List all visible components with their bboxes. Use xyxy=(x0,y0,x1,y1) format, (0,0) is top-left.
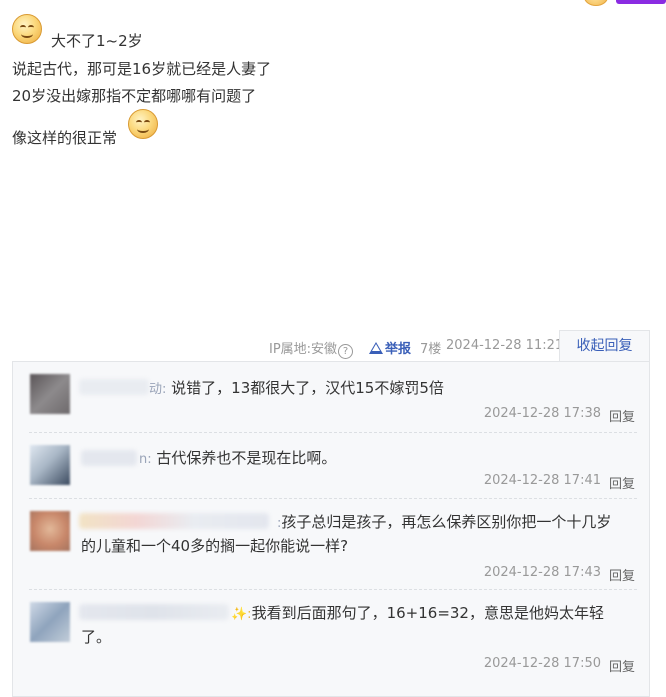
reply-item: 动: 说错了，13都很大了，汉代15不嫁罚5倍 2024-12-28 17:38… xyxy=(29,362,637,433)
avatar[interactable] xyxy=(30,374,70,414)
avatar[interactable] xyxy=(30,602,70,642)
reply-text: 动: 说错了，13都很大了，汉代15不嫁罚5倍 xyxy=(149,379,444,397)
username[interactable] xyxy=(79,604,229,620)
reply-list: 动: 说错了，13都很大了，汉代15不嫁罚5倍 2024-12-28 17:38… xyxy=(12,361,650,697)
post-line-3: 20岁没出嫁那指不定都哪哪有问题了 xyxy=(12,87,257,105)
username[interactable] xyxy=(81,450,137,466)
reply-button[interactable]: 回复 xyxy=(609,406,635,425)
reply-text-continued: 了。 xyxy=(81,628,112,646)
floor-number: 7楼 xyxy=(420,342,442,357)
post-time: 2024-12-28 11:21 xyxy=(446,338,564,353)
post-line-2: 说起古代，那可是16岁就已经是人妻了 xyxy=(12,60,272,78)
reply-button[interactable]: 回复 xyxy=(609,473,635,492)
reply-text-continued: 的儿童和一个40多的搁一起你能说一样? xyxy=(81,537,349,555)
top-edge-decoration xyxy=(572,0,666,6)
reply-item: ✨:我看到后面那句了，16+16=32，意思是他妈太年轻 了。 2024-12-… xyxy=(29,589,637,680)
reply-text: ✨:我看到后面那句了，16+16=32，意思是他妈太年轻 xyxy=(231,604,604,622)
grin-face-icon xyxy=(128,109,158,139)
smiley-icon xyxy=(584,0,608,6)
grin-face-icon xyxy=(12,14,42,44)
reply-time: 2024-12-28 17:41 xyxy=(483,473,601,488)
reply-time: 2024-12-28 17:38 xyxy=(483,406,601,421)
reply-button[interactable]: 回复 xyxy=(609,656,635,675)
reply-text: :孩子总归是孩子，再怎么保养区别你把一个十几岁 xyxy=(277,513,612,531)
badge-strip xyxy=(616,0,666,4)
post-line-1: 大不了1~2岁 xyxy=(51,32,143,50)
warning-icon xyxy=(369,342,383,354)
reply-button[interactable]: 回复 xyxy=(609,565,635,584)
reply-item: :孩子总归是孩子，再怎么保养区别你把一个十几岁 的儿童和一个40多的搁一起你能说… xyxy=(29,498,637,590)
username[interactable] xyxy=(79,513,269,529)
reply-item: n: 古代保养也不是现在比啊。 2024-12-28 17:41 回复 xyxy=(29,432,637,499)
reply-time: 2024-12-28 17:43 xyxy=(483,565,601,580)
username[interactable] xyxy=(79,379,149,395)
post-line-4: 像这样的很正常 xyxy=(12,129,118,147)
collapse-replies-button[interactable]: 收起回复 xyxy=(559,330,650,361)
ip-location: IP属地:安徽? xyxy=(269,338,354,359)
avatar[interactable] xyxy=(30,511,70,551)
report-link[interactable]: 举报 xyxy=(369,338,411,357)
avatar[interactable] xyxy=(30,445,70,485)
post-meta-bar: IP属地:安徽? 举报 7楼 2024-12-28 11:21 收起回复 xyxy=(0,330,666,361)
reply-time: 2024-12-28 17:50 xyxy=(483,656,601,671)
question-icon[interactable]: ? xyxy=(338,344,354,359)
reply-text: n: 古代保养也不是现在比啊。 xyxy=(139,449,337,467)
